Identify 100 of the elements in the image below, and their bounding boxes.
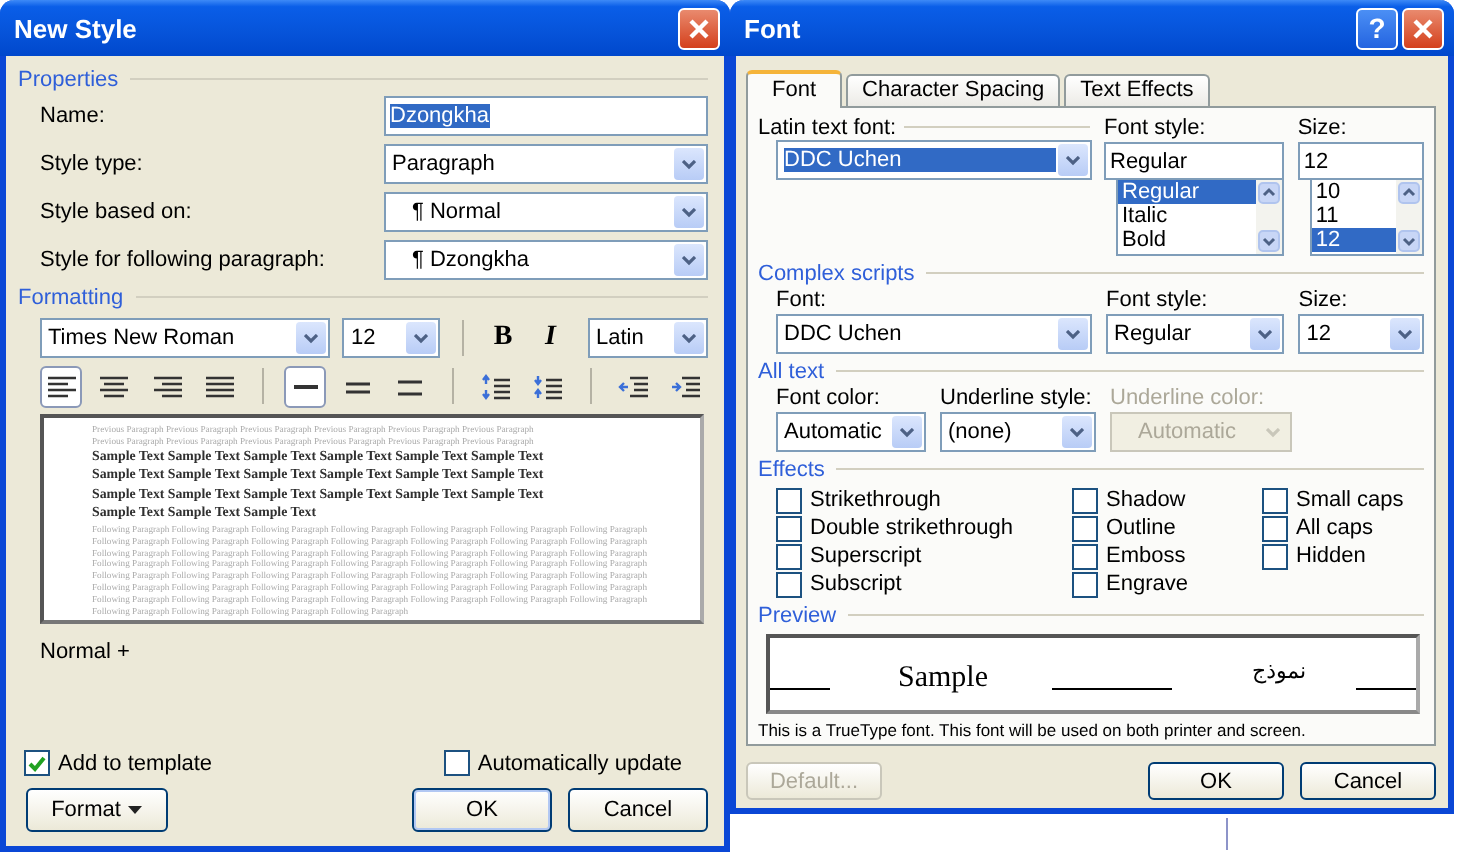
field-label: Latin text font: <box>758 113 897 141</box>
checkbox[interactable] <box>1072 543 1098 569</box>
scroll-down-icon <box>1257 230 1280 252</box>
checkbox[interactable] <box>1072 571 1098 597</box>
chevron-down-icon <box>1258 329 1273 339</box>
chevron-down-icon <box>682 255 696 265</box>
dialog-button[interactable]: Cancel <box>1300 762 1436 800</box>
dropdown[interactable]: Times New Roman <box>40 318 331 358</box>
checkbox[interactable] <box>1262 487 1288 513</box>
checkbox[interactable] <box>776 571 802 597</box>
list-item[interactable]: Regular <box>1118 180 1256 204</box>
align-center-icon <box>98 373 131 399</box>
dropdown[interactable]: (none) <box>940 412 1096 452</box>
checkbox[interactable] <box>776 515 802 541</box>
chevron-down-icon <box>1070 427 1084 437</box>
dropdown[interactable]: DDC Uchen <box>776 314 1092 354</box>
input-field[interactable]: Dzongkha <box>384 96 708 136</box>
info-text: This is a TrueType font. This font will be used on both printer and screen. <box>758 720 1308 740</box>
window-title: Font <box>744 13 801 43</box>
dialog-button[interactable]: OK <box>411 788 552 832</box>
checkbox[interactable] <box>443 750 470 776</box>
section-heading: Complex scripts <box>758 261 915 285</box>
align-left-button[interactable] <box>40 365 83 407</box>
chevron-down-icon <box>1066 329 1080 339</box>
dropdown[interactable]: Automatic <box>776 412 926 452</box>
scrollbar[interactable] <box>1255 180 1282 254</box>
section-heading: Properties <box>18 67 119 91</box>
close-button[interactable] <box>1402 7 1444 49</box>
input-field[interactable]: 12 <box>1297 142 1424 180</box>
field-label: Style type: <box>40 152 145 176</box>
checkbox[interactable] <box>1072 487 1098 513</box>
chevron-down-icon <box>304 333 319 343</box>
list-item[interactable]: Italic <box>1118 204 1256 228</box>
checkbox[interactable] <box>776 487 802 513</box>
dropdown[interactable]: Regular <box>1106 314 1285 354</box>
bold-button[interactable]: B <box>485 320 521 356</box>
section-heading: Preview <box>758 603 837 627</box>
checkbox[interactable] <box>1262 515 1288 541</box>
preview-sample: Sample <box>898 662 988 696</box>
scrollbar[interactable] <box>1396 180 1422 254</box>
format-menu-button[interactable]: Format <box>26 788 168 832</box>
indent-increase-icon <box>670 373 703 399</box>
tab[interactable]: Text Effects <box>1064 74 1210 106</box>
align-left-icon <box>45 373 78 399</box>
field-label: Underline style: <box>940 384 1094 412</box>
dropdown[interactable]: ¶ Normal <box>384 192 708 232</box>
checkbox-label: Small caps <box>1296 488 1404 512</box>
checkbox-label: Emboss <box>1106 544 1186 568</box>
chevron-down-icon <box>682 333 696 343</box>
list-item[interactable]: 12 <box>1311 228 1396 252</box>
scroll-up-icon <box>1398 182 1420 204</box>
dropdown[interactable]: 12 <box>1298 314 1424 354</box>
checkbox-label: All caps <box>1296 516 1374 540</box>
single-spacing-button[interactable] <box>283 365 327 407</box>
space-increase-icon <box>479 373 512 399</box>
section-heading: Effects <box>758 457 825 481</box>
dialog-button[interactable]: OK <box>1148 762 1284 800</box>
checkbox-label: Superscript <box>810 544 922 568</box>
scroll-down-icon <box>1398 230 1420 252</box>
chevron-down-icon <box>413 333 428 343</box>
field-label: Font color: <box>776 384 882 412</box>
input-field[interactable]: Regular <box>1104 142 1284 180</box>
field-label: Underline color: <box>1110 384 1267 412</box>
dropdown[interactable]: Paragraph <box>384 144 708 184</box>
field-label: Size: <box>1298 286 1350 314</box>
align-right-icon <box>151 373 184 399</box>
preview-sample: نموذج <box>1252 658 1307 684</box>
chevron-down-icon <box>1266 427 1280 437</box>
dropdown[interactable]: Latin <box>588 318 708 358</box>
field-label: Font style: <box>1106 286 1210 314</box>
tab[interactable]: Font <box>746 70 843 108</box>
help-button[interactable]: ? <box>1356 7 1398 49</box>
dropdown[interactable]: DDC Uchen <box>776 140 1092 180</box>
checkbox-label: Add to template <box>58 751 213 775</box>
checkbox[interactable] <box>24 750 50 776</box>
scroll-up-icon <box>1257 182 1280 204</box>
checkbox[interactable] <box>776 543 802 569</box>
field-label: Style based on: <box>40 200 194 224</box>
close-button[interactable] <box>678 7 720 49</box>
checkbox-label: Outline <box>1106 516 1176 540</box>
tab[interactable]: Character Spacing <box>846 74 1061 106</box>
list-item[interactable]: Bold <box>1118 228 1256 252</box>
caret-icon <box>128 806 143 814</box>
field-label: Name: <box>40 104 107 128</box>
indent-decrease-icon <box>617 373 650 399</box>
justify-icon <box>204 373 237 399</box>
chevron-down-icon <box>1066 155 1080 165</box>
close-icon <box>688 17 710 39</box>
dialog-button[interactable]: Cancel <box>567 788 708 832</box>
checkbox-label: Double strikethrough <box>810 516 1014 540</box>
checkbox[interactable] <box>1072 515 1098 541</box>
italic-button[interactable]: I <box>532 320 568 356</box>
checkbox-label: Shadow <box>1106 488 1186 512</box>
dropdown[interactable]: 12 <box>342 318 440 358</box>
checkbox[interactable] <box>1262 543 1288 569</box>
space-decrease-icon <box>532 373 565 399</box>
list-item[interactable]: 11 <box>1311 204 1396 228</box>
section-heading: All text <box>758 359 825 383</box>
dropdown[interactable]: ¶ Dzongkha <box>384 240 708 280</box>
list-item[interactable]: 10 <box>1311 180 1396 204</box>
